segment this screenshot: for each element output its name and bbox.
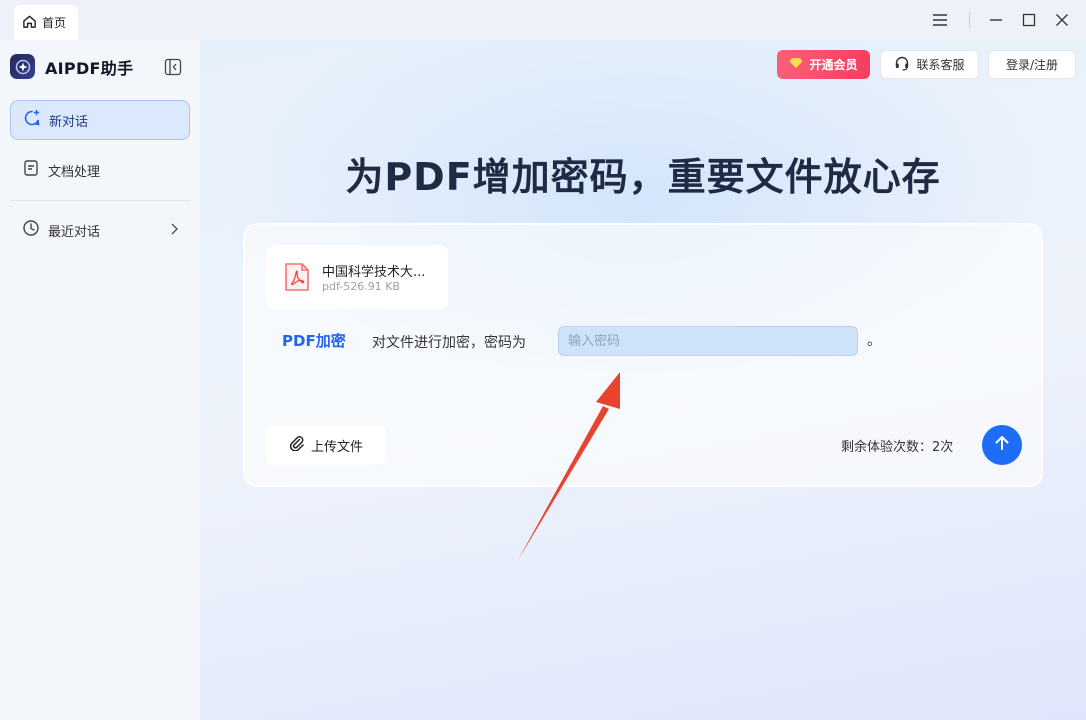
home-icon <box>22 14 37 32</box>
upload-file-label: 上传文件 <box>310 439 363 455</box>
document-icon <box>22 159 40 181</box>
chevron-right-icon <box>168 222 180 240</box>
file-meta: pdf-526.91 KB <box>322 280 400 293</box>
sidebar-item-label: 最近对话 <box>48 224 101 240</box>
remaining-trials: 剩余体验次数：2次 <box>841 440 954 455</box>
attached-file[interactable]: 中国科学技术大... pdf-526.91 KB <box>266 245 448 309</box>
tab-home-label: 首页 <box>42 16 67 30</box>
customer-service-button[interactable]: 联系客服 <box>880 50 979 79</box>
sidebar-divider <box>10 200 190 201</box>
sidebar-item-new-chat[interactable]: 新对话 <box>10 100 190 140</box>
login-label: 登录/注册 <box>1005 58 1059 72</box>
clock-icon <box>22 219 40 241</box>
file-name: 中国科学技术大... <box>322 265 426 280</box>
headset-icon <box>894 55 910 74</box>
prompt-text: 对文件进行加密，密码为 <box>372 335 526 351</box>
minimize-icon[interactable] <box>986 10 1006 30</box>
tool-label: PDF加密 <box>282 332 346 350</box>
paperclip-icon <box>289 435 305 455</box>
diamond-icon <box>789 57 803 72</box>
customer-service-label: 联系客服 <box>916 58 965 72</box>
sidebar: AIPDF助手 新对话 文档处理 最近对话 <box>0 40 200 720</box>
title-divider <box>969 12 970 28</box>
page-title: 为PDF增加密码，重要文件放心存 <box>345 155 941 199</box>
pdf-file-icon <box>283 262 311 292</box>
send-button[interactable] <box>982 425 1022 465</box>
vip-label: 开通会员 <box>809 58 858 72</box>
title-bar: 首页 <box>0 0 1086 40</box>
sidebar-item-label: 文档处理 <box>48 164 101 180</box>
sidebar-item-recent-chats[interactable]: 最近对话 <box>10 210 190 250</box>
tab-home[interactable]: 首页 <box>14 5 78 40</box>
menu-icon[interactable] <box>930 10 950 30</box>
sidebar-item-document-processing[interactable]: 文档处理 <box>10 150 190 190</box>
app-logo-icon <box>10 54 35 79</box>
login-button[interactable]: 登录/注册 <box>988 50 1076 79</box>
chat-plus-icon <box>23 109 41 131</box>
upload-file-button[interactable]: 上传文件 <box>266 425 386 465</box>
prompt-period: 。 <box>867 333 881 349</box>
password-input[interactable] <box>558 326 858 356</box>
task-card: 中国科学技术大... pdf-526.91 KB PDF加密 对文件进行加密，密… <box>243 223 1043 487</box>
brand-name: AIPDF助手 <box>45 58 134 78</box>
collapse-sidebar-icon[interactable] <box>164 58 182 76</box>
arrow-up-icon <box>993 434 1011 456</box>
maximize-icon[interactable] <box>1019 10 1039 30</box>
sidebar-item-label: 新对话 <box>49 114 89 130</box>
vip-button[interactable]: 开通会员 <box>777 50 870 79</box>
main-panel: 开通会员 联系客服 登录/注册 为PDF增加密码，重要文件放心存 中国科学技术大… <box>200 40 1086 720</box>
close-icon[interactable] <box>1052 10 1072 30</box>
brand: AIPDF助手 <box>10 54 133 79</box>
